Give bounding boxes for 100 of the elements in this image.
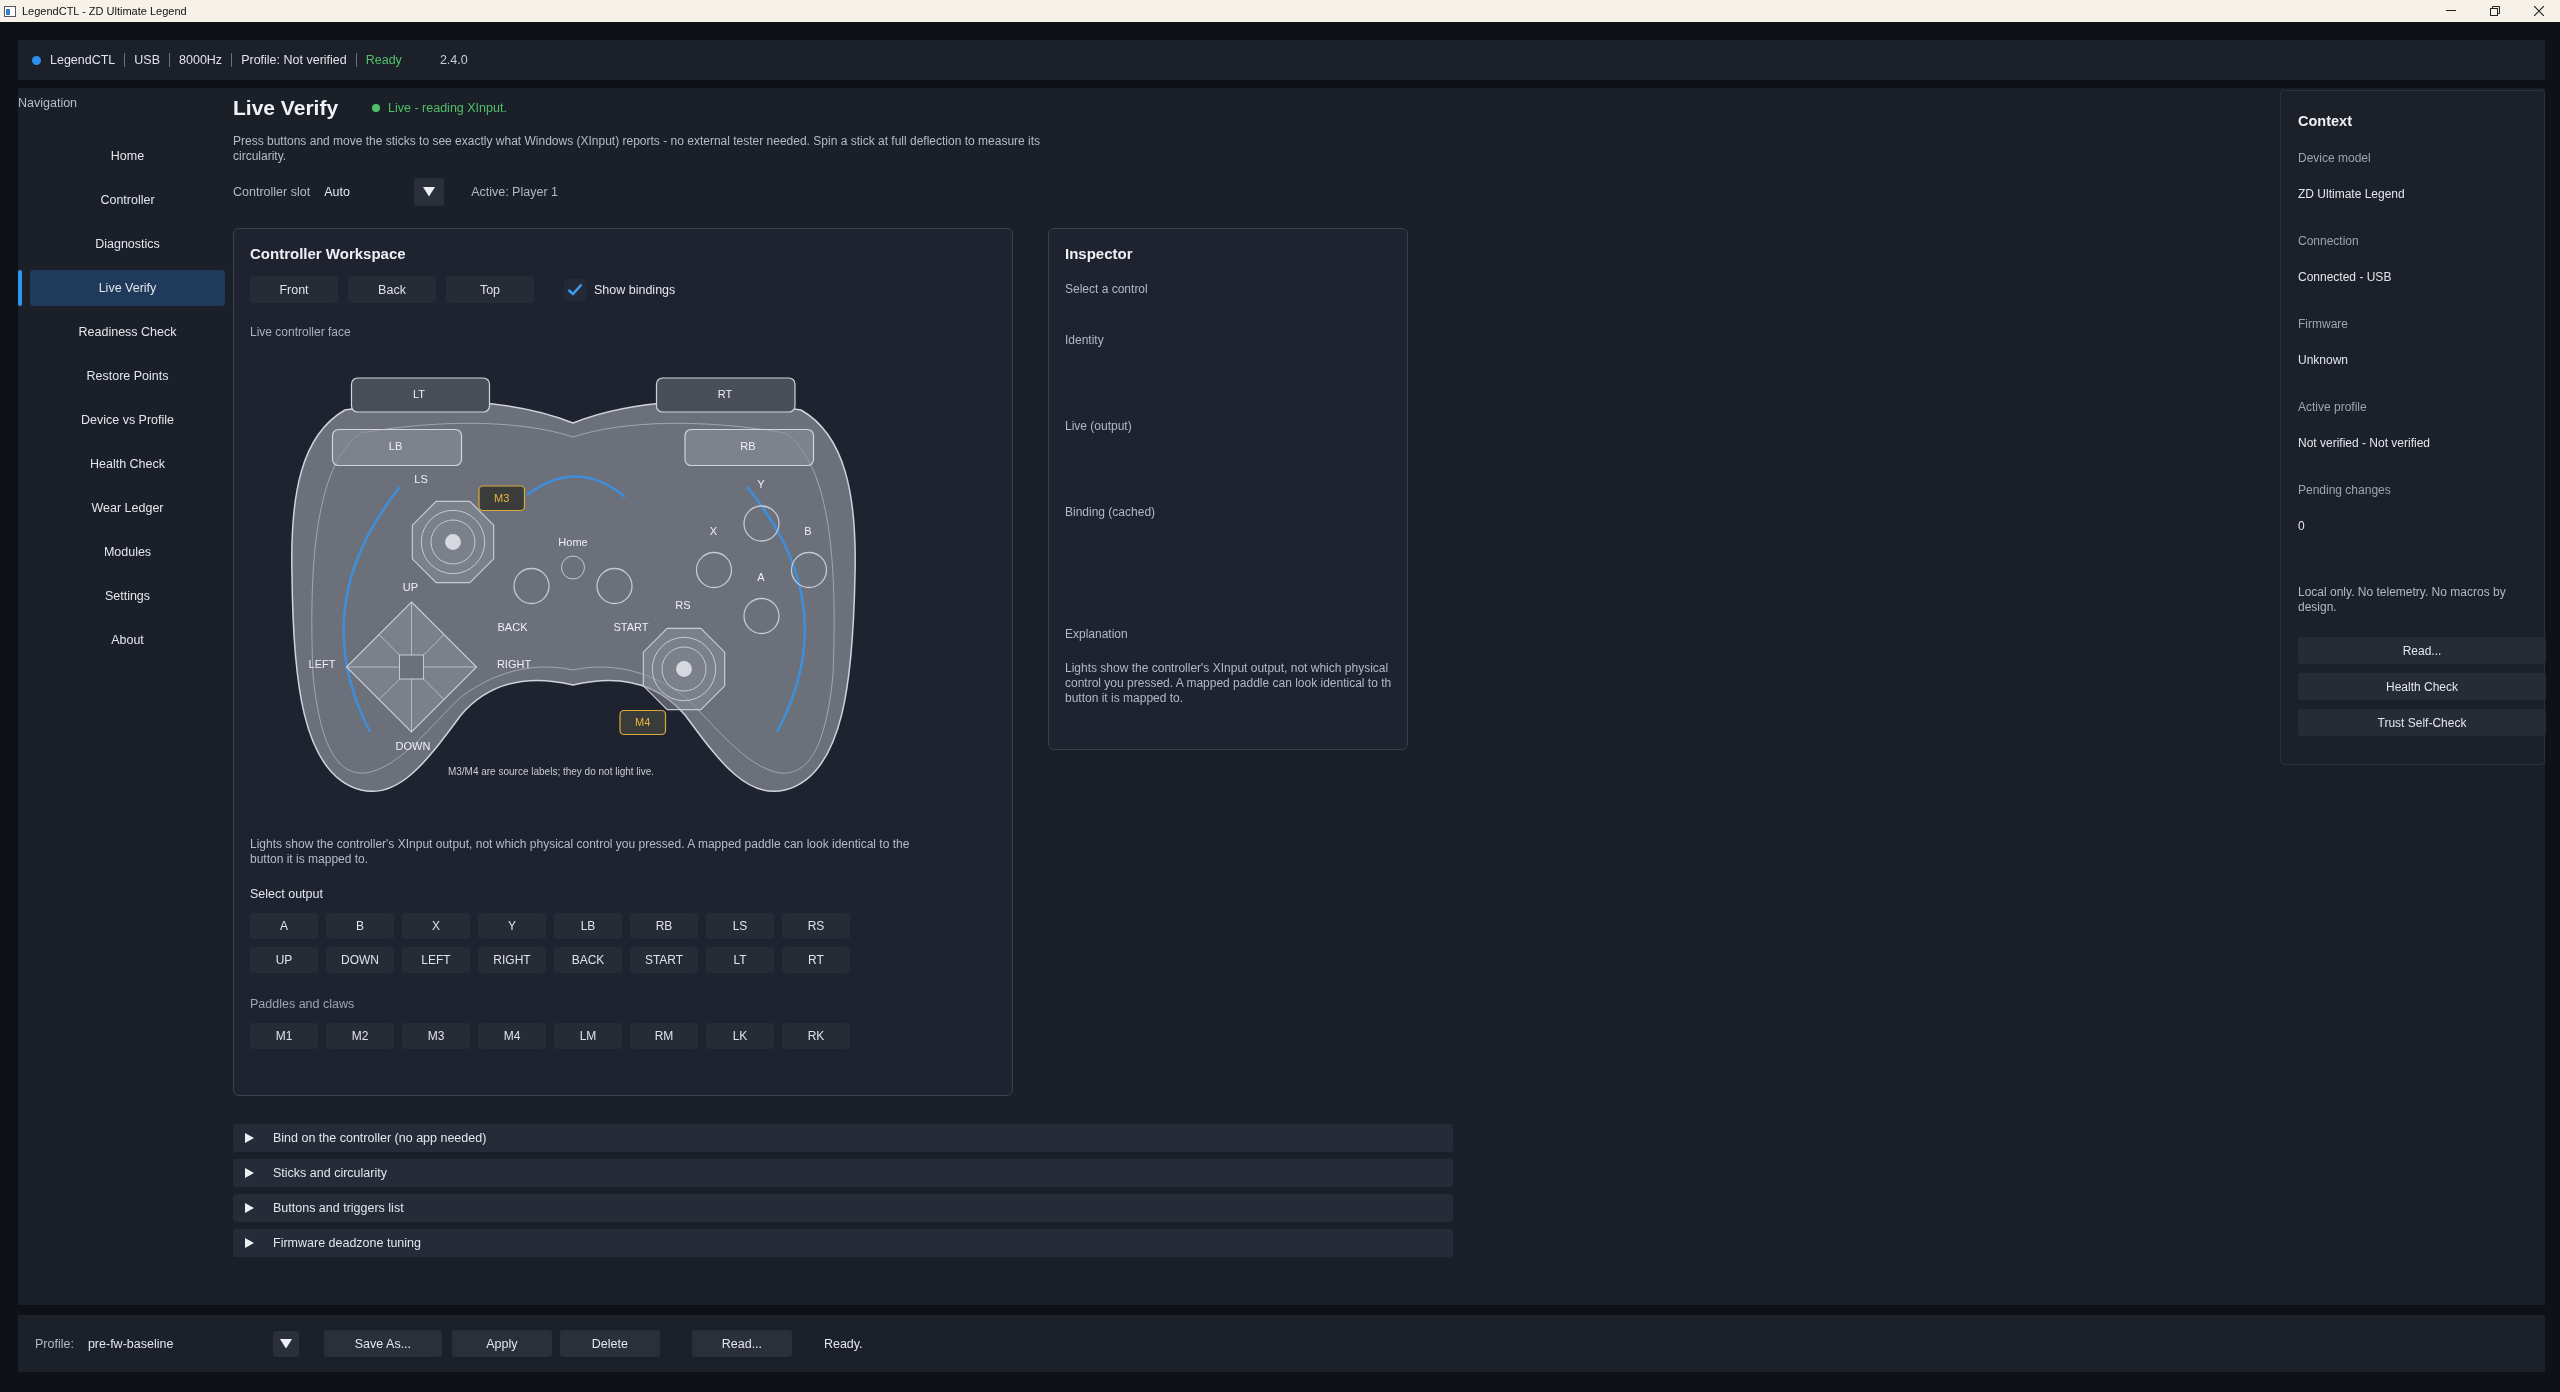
output-button[interactable]: B [326,913,394,939]
output-button[interactable]: A [250,913,318,939]
nav-item[interactable]: Live Verify [30,270,225,306]
accordion-header[interactable]: Firmware deadzone tuning [233,1229,1453,1257]
nav-item[interactable]: Wear Ledger [30,490,225,526]
page-description: Press buttons and move the sticks to see exactly what Windows (XInput) reports - no external tester needed. Spin a stick at full deflection to measure its circularity. [233,134,1042,164]
nav-item[interactable]: Restore Points [30,358,225,394]
nav-item[interactable]: Settings [30,578,225,614]
output-button[interactable]: DOWN [326,947,394,973]
expand-arrow-icon [245,1168,254,1178]
nav-item[interactable]: Readiness Check [30,314,225,350]
nav-item[interactable]: Device vs Profile [30,402,225,438]
close-icon[interactable] [2534,6,2544,16]
toolbar-button[interactable]: Read... [691,1330,792,1357]
trigger[interactable]: LT [350,377,491,413]
nav-item[interactable]: Modules [30,534,225,570]
profile-label: Profile: [35,1336,74,1351]
inspector-section: Live (output) [1065,419,1407,433]
nav-item[interactable]: Diagnostics [30,226,225,262]
view-button[interactable]: Front [250,276,338,303]
accordion-header[interactable]: Buttons and triggers list [233,1194,1453,1222]
status-text: 8000Hz [179,53,223,67]
output-button[interactable]: RT [782,947,850,973]
button-label: B [804,524,812,537]
thumbstick[interactable] [411,500,495,584]
face-button[interactable] [513,567,550,605]
status-text: LegendCTL [50,53,116,67]
dpad[interactable] [345,601,478,733]
output-button[interactable]: Y [478,913,546,939]
toolbar-button[interactable]: Save As... [323,1330,442,1357]
profile-value[interactable]: pre-fw-baseline [87,1336,273,1351]
dropdown-button[interactable] [272,1330,299,1357]
accordion-header[interactable]: Bind on the controller (no app needed) [233,1124,1453,1152]
button-label: LS [414,472,428,485]
live-dot [372,104,381,112]
checkbox-label: Show bindings [594,282,676,297]
paddle-button[interactable]: LM [554,1023,622,1049]
output-button[interactable]: UP [250,947,318,973]
output-button[interactable]: START [630,947,698,973]
face-button[interactable] [743,597,780,635]
output-button[interactable]: RIGHT [478,947,546,973]
button-label: LEFT [308,658,336,671]
status-text: Profile: Not verified [241,53,347,67]
button-label: START [613,620,649,633]
face-button[interactable] [743,505,780,542]
button-label: Y [757,478,765,491]
caret-icon [423,187,436,197]
output-button[interactable]: RS [782,913,850,939]
paddle-button[interactable]: RK [782,1023,850,1049]
field-value: 0 [2298,519,2306,533]
navigation-title: Navigation [18,96,78,110]
checkbox[interactable] [564,278,586,301]
minimize-icon[interactable] [2446,10,2456,12]
context-button[interactable]: Trust Self-Check [2298,709,2546,736]
toolbar-button[interactable]: Delete [559,1330,660,1357]
explanation-text: Lights show the controller's XInput output, not which physical control you pressed. A mapped paddle can look identical to th button it is mapped to. [1065,661,1393,706]
section-label: Live controller face [250,325,352,339]
context-button[interactable]: Read... [2298,637,2546,664]
output-button[interactable]: RB [630,913,698,939]
home-button[interactable] [561,555,585,580]
trigger[interactable]: RT [655,377,796,413]
field-value: Unknown [2298,353,2350,367]
output-button[interactable]: LEFT [402,947,470,973]
caret-icon [279,1338,292,1349]
field-label: Connection [2298,234,2360,248]
dropdown-button[interactable] [414,178,445,206]
output-button[interactable]: X [402,913,470,939]
paddle-button[interactable]: LK [706,1023,774,1049]
slot-value[interactable]: Auto [324,185,415,199]
nav-item[interactable]: About [30,622,225,658]
nav-item[interactable]: Controller [30,182,225,218]
face-button[interactable] [790,551,828,589]
nav-item[interactable]: Health Check [30,446,225,482]
inspector-hint: Select a control [1065,282,1149,296]
nav-item[interactable]: Home [30,138,225,174]
paddle-button[interactable]: M2 [326,1023,394,1049]
paddle-button[interactable]: M4 [478,1023,546,1049]
bumper[interactable]: RB [684,428,815,467]
face-button[interactable] [596,567,633,605]
context-button[interactable]: Health Check [2298,673,2546,700]
toolbar-button[interactable]: Apply [451,1330,552,1357]
active-player: Active: Player 1 [471,185,558,199]
output-button[interactable]: LT [706,947,774,973]
face-button[interactable] [695,551,733,589]
paddle-button[interactable]: RM [630,1023,698,1049]
output-button[interactable]: BACK [554,947,622,973]
view-button[interactable]: Top [446,276,534,303]
output-button[interactable]: LS [706,913,774,939]
view-button[interactable]: Back [348,276,436,303]
button-label: BACK [497,620,528,633]
paddle-button[interactable]: M3 [402,1023,470,1049]
restore-icon[interactable] [2490,6,2500,16]
card-title: Inspector [1065,245,1134,262]
paddle-button[interactable]: M1 [250,1023,318,1049]
button-label: X [709,524,718,537]
field-value: Not verified - Not verified [2298,436,2432,450]
field-label: Device model [2298,151,2372,165]
expand-arrow-icon [245,1238,254,1248]
accordion-header[interactable]: Sticks and circularity [233,1159,1453,1187]
output-button[interactable]: LB [554,913,622,939]
